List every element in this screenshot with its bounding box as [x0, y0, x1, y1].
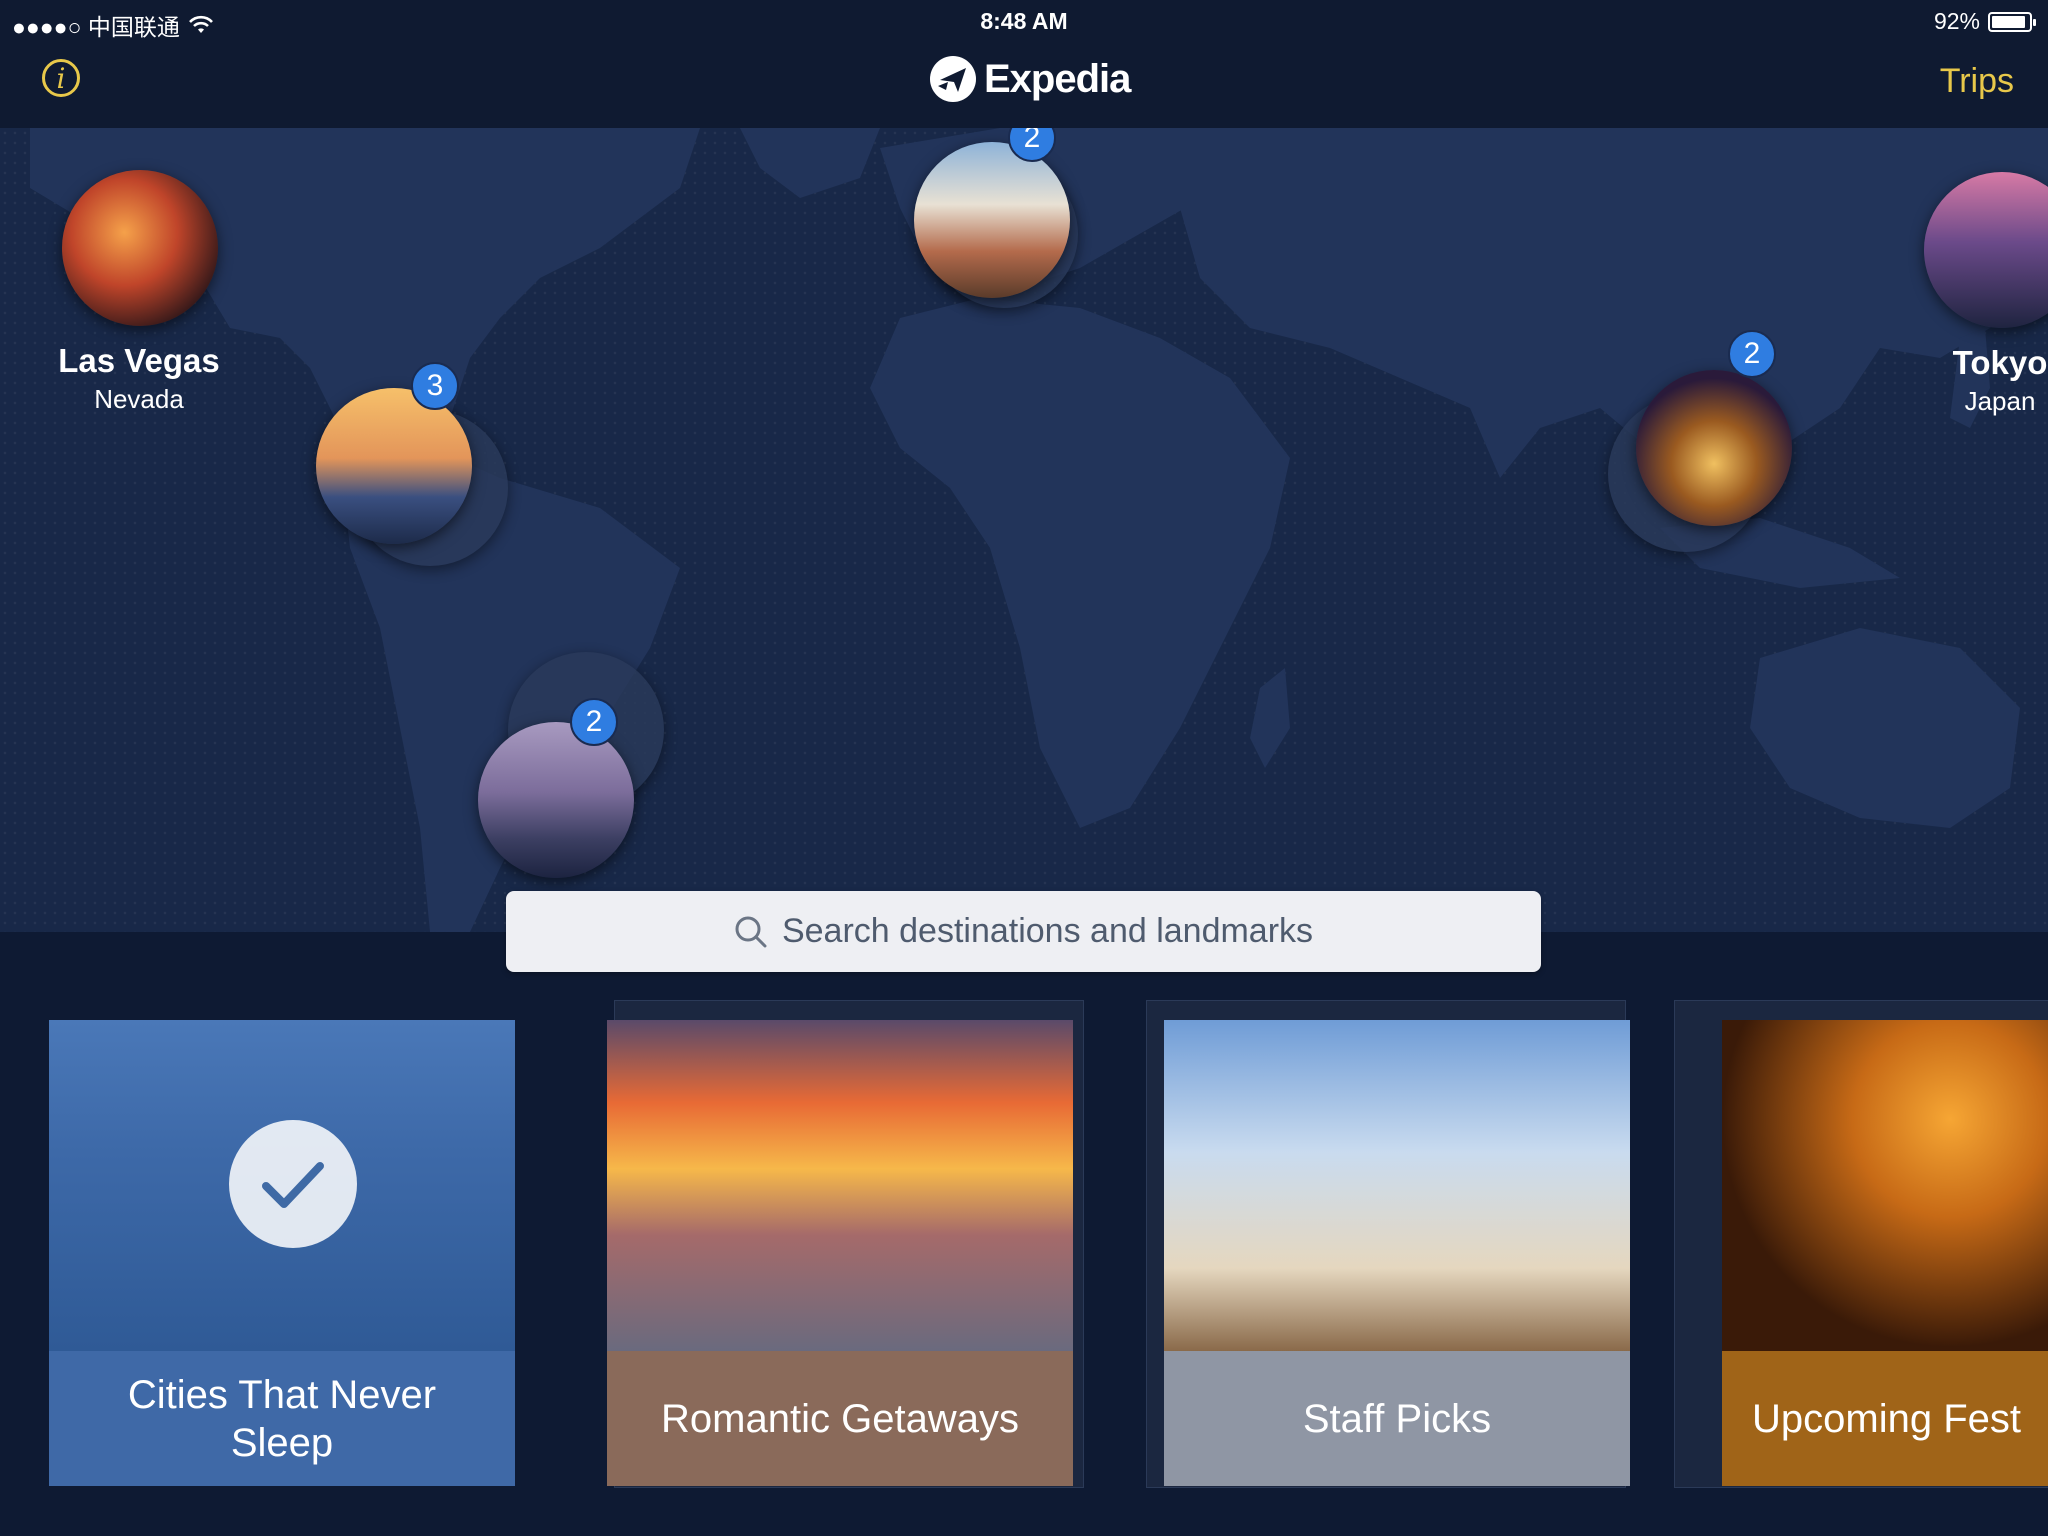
pin-label-las-vegas: Las Vegas Nevada: [29, 342, 249, 415]
logo-text: Expedia: [984, 56, 1131, 101]
category-card-staff-picks[interactable]: Staff Picks: [1164, 1020, 1630, 1486]
map-pin-buenos-aires[interactable]: [478, 722, 634, 878]
world-map[interactable]: Las Vegas Nevada 3 2 2 Tokyo Japan 2: [0, 128, 2048, 932]
selected-check-icon: [229, 1120, 357, 1248]
battery-status: 92%: [1933, 8, 2036, 35]
info-button[interactable]: i: [42, 59, 80, 97]
pin-count-badge: 2: [570, 698, 618, 746]
category-photo: [1722, 1020, 2048, 1351]
pin-label-tokyo: Tokyo Japan: [1890, 344, 2048, 417]
pin-city: Las Vegas: [58, 342, 220, 379]
status-bar: ●●●●○ 中国联通 8:48 AM 92%: [0, 0, 2048, 42]
battery-percent: 92%: [1933, 8, 1980, 34]
category-caption: Staff Picks: [1164, 1351, 1630, 1486]
category-card-cities[interactable]: Cities That Never Sleep: [49, 1020, 515, 1486]
category-caption: Cities That Never Sleep: [49, 1351, 515, 1486]
battery-icon: [1988, 11, 2036, 32]
search-bar[interactable]: Search destinations and landmarks: [506, 891, 1541, 972]
trips-button[interactable]: Trips: [1940, 62, 2014, 101]
pin-region: Japan: [1964, 386, 2036, 416]
nav-bar: i Expedia Trips: [0, 42, 2048, 128]
expedia-logo: Expedia: [930, 56, 1131, 102]
category-photo: [49, 1020, 515, 1351]
search-placeholder: Search destinations and landmarks: [781, 912, 1314, 950]
category-card-festivals[interactable]: Upcoming Fest: [1722, 1020, 2048, 1486]
search-icon: [735, 916, 767, 947]
map-pin-miami[interactable]: [316, 388, 472, 544]
pin-region: Nevada: [94, 384, 184, 414]
pin-city: Tokyo: [1952, 344, 2048, 381]
category-card-romantic[interactable]: Romantic Getaways: [607, 1020, 1073, 1486]
plane-logo-icon: [930, 56, 976, 102]
map-pin-europe[interactable]: [914, 142, 1070, 298]
category-photo: [607, 1020, 1073, 1351]
map-pin-bangkok[interactable]: [1636, 370, 1792, 526]
category-caption: Romantic Getaways: [607, 1351, 1073, 1486]
pin-count-badge: 2: [1728, 330, 1776, 378]
category-caption: Upcoming Fest: [1722, 1351, 2048, 1486]
category-photo: [1164, 1020, 1630, 1351]
map-pin-las-vegas[interactable]: [62, 170, 218, 326]
status-time: 8:48 AM: [980, 8, 1068, 34]
pin-count-badge: 3: [411, 362, 459, 410]
info-icon: i: [56, 61, 66, 95]
